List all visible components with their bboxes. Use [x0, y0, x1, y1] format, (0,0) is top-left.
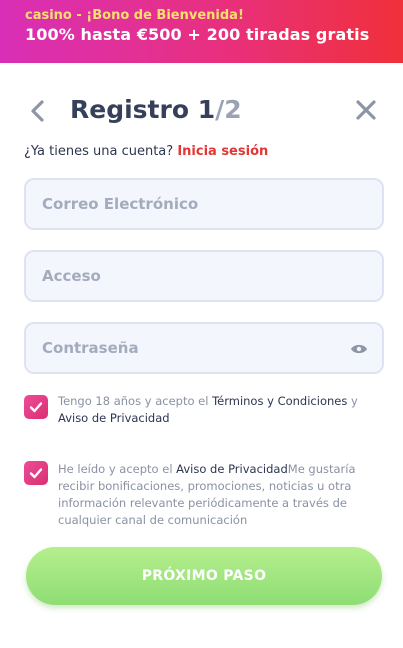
terms-link[interactable]: Términos y Condiciones	[212, 394, 347, 408]
eye-icon[interactable]	[350, 343, 368, 355]
login-question: ¿Ya tienes una cuenta?	[24, 144, 174, 159]
checkmark-icon	[29, 468, 43, 479]
marketing-privacy-link[interactable]: Aviso de Privacidad	[176, 462, 288, 476]
terms-checkbox[interactable]	[24, 395, 48, 419]
terms-text-before: Tengo 18 años y acepto el	[58, 394, 213, 408]
page-title: Registro 1/2	[70, 93, 242, 127]
promo-subtitle: casino - ¡Bono de Bienvenida!	[25, 8, 244, 23]
username-field[interactable]	[24, 250, 384, 302]
login-link[interactable]: Inicia sesión	[177, 144, 268, 159]
close-icon[interactable]	[355, 99, 377, 121]
promo-title: 100% hasta €500 + 200 tiradas gratis	[25, 25, 370, 44]
next-step-button[interactable]: PRÓXIMO PASO	[26, 547, 382, 605]
terms-text: Tengo 18 años y acepto el Términos y Con…	[58, 393, 378, 427]
email-input[interactable]	[42, 195, 366, 213]
marketing-checkbox[interactable]	[24, 461, 48, 485]
checkmark-icon	[29, 402, 43, 413]
email-field[interactable]	[24, 178, 384, 230]
username-input[interactable]	[42, 267, 366, 285]
marketing-text-before: He leído y acepto el	[58, 462, 177, 476]
privacy-link[interactable]: Aviso de Privacidad	[58, 411, 170, 425]
chevron-left-icon[interactable]	[28, 98, 48, 124]
password-input[interactable]	[42, 339, 366, 357]
title-step: Registro 1	[70, 95, 216, 124]
terms-text-middle: y	[347, 394, 358, 408]
title-step-total: /2	[215, 95, 242, 124]
marketing-text: He leído y acepto el Aviso de Privacidad…	[58, 461, 378, 529]
promo-banner: casino - ¡Bono de Bienvenida! 100% hasta…	[0, 0, 403, 63]
password-field[interactable]	[24, 322, 384, 374]
login-prompt: ¿Ya tienes una cuenta? Inicia sesión	[24, 143, 268, 161]
